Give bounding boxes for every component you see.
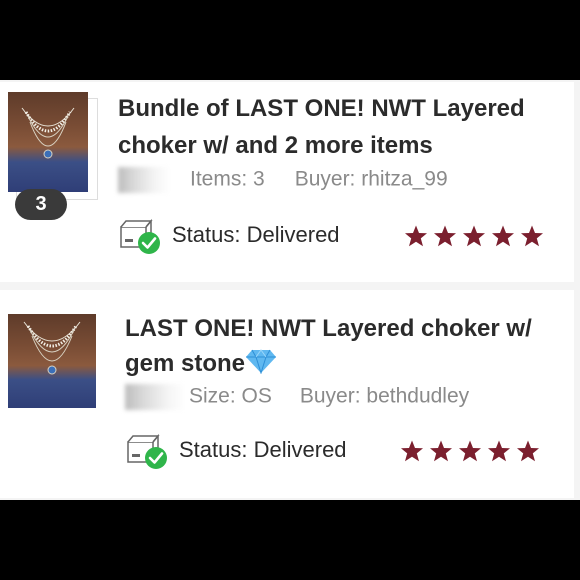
item-count-text: Items: 3 [190,167,265,191]
status-label: Status: [179,436,248,462]
buyer-text: Buyer: rhitza_99 [294,167,448,191]
price-redacted [125,384,185,410]
status-value: Delivered [253,436,347,462]
order-status: Status: Delivered [118,217,340,255]
star-icon [521,225,543,247]
order-thumbnail-stack[interactable] [6,90,106,200]
star-icon [463,225,485,247]
buyer-text: Buyer: bethdudley [299,384,470,408]
star-icon [488,440,510,462]
order-title-text: gem stone [125,350,246,377]
order-title-line[interactable]: LAST ONE! NWT Layered choker w/ [125,310,532,347]
order-meta: Size: OS Buyer: bethdudley [125,384,469,410]
package-delivered-icon [118,217,162,255]
rating-stars [404,224,549,253]
order-status: Status: Delivered [125,432,347,470]
star-icon [517,440,539,462]
star-icon [405,225,427,247]
product-image[interactable] [8,314,96,408]
price-redacted [118,167,170,193]
star-icon [401,440,423,462]
star-icon [434,225,456,247]
package-delivered-icon [125,432,169,470]
star-icon [492,225,514,247]
status-value: Delivered [246,221,340,247]
star-icon [430,440,452,462]
order-title-line[interactable]: choker w/ and 2 more items [118,127,433,164]
order-meta: Items: 3 Buyer: rhitza_99 [118,167,448,193]
size-text: Size: OS [189,384,272,408]
item-count-badge: 3 [15,189,67,220]
status-label: Status: [172,221,241,247]
gem-emoji-icon [246,349,277,374]
star-icon [459,440,481,462]
order-title-line[interactable]: Bundle of LAST ONE! NWT Layered [118,90,525,127]
order-title-line-2[interactable]: gem stone [125,345,277,382]
product-image [8,92,88,192]
rating-stars [400,439,545,468]
